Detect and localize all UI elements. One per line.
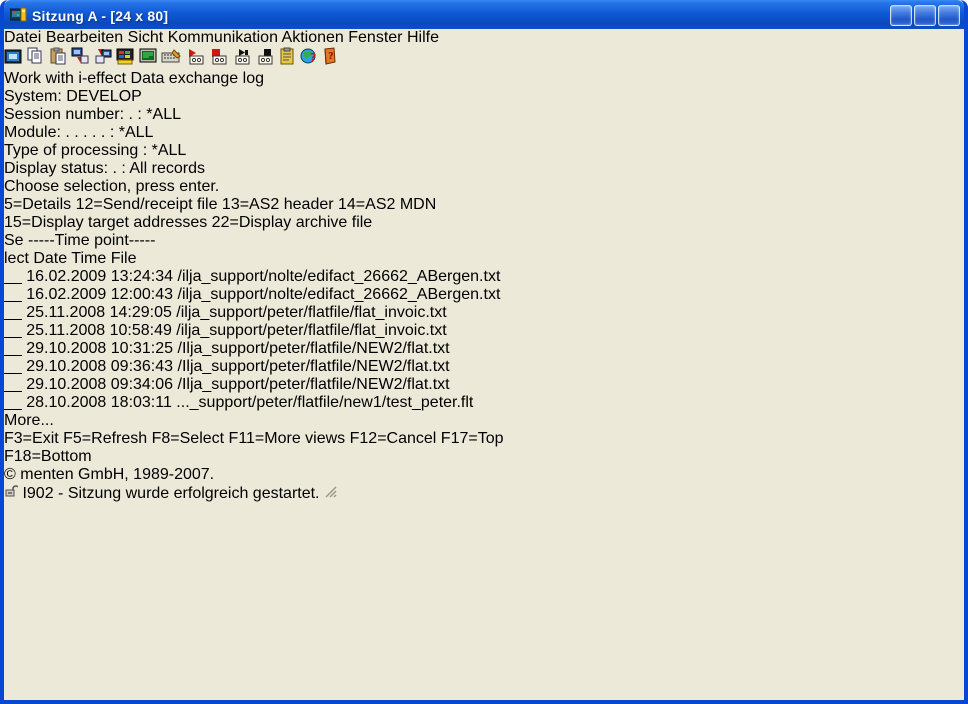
receive-file-icon	[94, 47, 112, 65]
emulator-window: Sitzung A - [24 x 80] Datei Bearbeiten S…	[0, 0, 968, 704]
connection-status-icon	[4, 484, 18, 498]
resize-grip-icon	[324, 485, 337, 498]
terminal-log-row[interactable]: __ 28.10.2008 18:03:11 ..._support/peter…	[4, 394, 964, 412]
minimize-button[interactable]	[890, 5, 912, 26]
session-window-button[interactable]	[4, 52, 26, 69]
clipboard-notes-button[interactable]	[279, 52, 299, 69]
window-title: Sitzung A - [24 x 80]	[32, 8, 890, 24]
copy-button[interactable]	[26, 52, 48, 69]
stop-macro-button[interactable]	[256, 52, 279, 69]
menu-aktionen[interactable]: Aktionen	[282, 29, 344, 46]
status-message: I902 - Sitzung wurde erfolgreich gestart…	[22, 485, 319, 502]
stop-macro-icon	[256, 48, 275, 65]
menu-fenster[interactable]: Fenster	[348, 29, 402, 46]
display-setup-icon	[139, 48, 157, 65]
terminal-log-row[interactable]: __ 25.11.2008 10:58:49 /ilja_support/pet…	[4, 322, 964, 340]
menu-bearbeiten[interactable]: Bearbeiten	[46, 29, 123, 46]
menu-hilfe[interactable]: Hilfe	[407, 29, 439, 46]
keyboard-setup-button[interactable]	[161, 52, 185, 69]
terminal-row-options-1: 5=Details 12=Send/receipt file 13=AS2 he…	[4, 196, 964, 214]
terminal-row-module: Module: . . . . . : *ALL	[4, 124, 964, 142]
web-help-button[interactable]: ?	[300, 52, 322, 69]
status-bar: I902 - Sitzung wurde erfolgreich gestart…	[4, 484, 964, 503]
terminal-row-type: Type of processing : *ALL	[4, 142, 964, 160]
keyboard-setup-icon	[161, 49, 181, 65]
terminal-row-instruction: Choose selection, press enter.	[4, 178, 964, 196]
maximize-button[interactable]	[914, 5, 936, 26]
terminal-row-options-2: 15=Display target addresses 22=Display a…	[4, 214, 964, 232]
terminal-log-row[interactable]: __ 29.10.2008 09:36:43 /Ilja_support/pet…	[4, 358, 964, 376]
status-icon-panel	[4, 485, 22, 502]
web-help-icon: ?	[300, 47, 318, 65]
menu-datei[interactable]: Datei	[4, 29, 41, 46]
color-setup-icon	[116, 48, 134, 65]
close-button[interactable]	[938, 5, 960, 26]
color-setup-button[interactable]	[116, 52, 138, 69]
terminal-log-row[interactable]: __ 25.11.2008 14:29:05 /ilja_support/pet…	[4, 304, 964, 322]
stop-record-icon	[209, 48, 228, 65]
receive-file-button[interactable]	[94, 52, 116, 69]
terminal-row-copyright: © menten GmbH, 1989-2007.	[4, 466, 964, 484]
terminal-row-status: Display status: . : All records	[4, 160, 964, 178]
svg-text:?: ?	[310, 51, 316, 64]
help-book-icon: ?	[322, 47, 338, 65]
paste-icon	[49, 47, 67, 65]
help-book-button[interactable]: ?	[322, 52, 338, 69]
toolbar: ? ?	[4, 47, 964, 70]
terminal-log-row[interactable]: __ 16.02.2009 13:24:34 /ilja_support/nol…	[4, 268, 964, 286]
terminal-screen[interactable]: Work with i-effect Data exchange log Sys…	[4, 70, 964, 484]
application-icon	[10, 6, 28, 24]
terminal-row-fkeys-1: F3=Exit F5=Refresh F8=Select F11=More vi…	[4, 430, 964, 448]
svg-text:?: ?	[328, 51, 334, 62]
terminal-row-header-2: lect Date Time File	[4, 250, 964, 268]
resize-grip[interactable]	[324, 485, 337, 502]
session-window-icon	[4, 49, 22, 65]
paste-button[interactable]	[49, 52, 71, 69]
menu-kommunikation[interactable]: Kommunikation	[168, 29, 278, 46]
terminal-row-system: System: DEVELOP	[4, 88, 964, 106]
record-macro-icon	[186, 48, 205, 65]
stop-record-button[interactable]	[209, 52, 232, 69]
terminal-row-header-1: Se -----Time point-----	[4, 232, 964, 250]
title-bar[interactable]: Sitzung A - [24 x 80]	[4, 0, 964, 29]
terminal-row-fkeys-2: F18=Bottom	[4, 448, 964, 466]
send-file-button[interactable]	[71, 52, 93, 69]
menu-bar: Datei Bearbeiten Sicht Kommunikation Akt…	[4, 29, 964, 47]
terminal-row-title: Work with i-effect Data exchange log	[4, 70, 964, 88]
terminal-log-row[interactable]: __ 16.02.2009 12:00:43 /ilja_support/nol…	[4, 286, 964, 304]
display-setup-button[interactable]	[139, 52, 161, 69]
clipboard-notes-icon	[279, 47, 295, 65]
send-file-icon	[71, 47, 89, 65]
play-macro-button[interactable]	[233, 52, 256, 69]
record-macro-button[interactable]	[186, 52, 209, 69]
menu-sicht[interactable]: Sicht	[128, 29, 164, 46]
terminal-row-session: Session number: . : *ALL	[4, 106, 964, 124]
terminal-row-more: More...	[4, 412, 964, 430]
terminal-log-row[interactable]: __ 29.10.2008 10:31:25 /Ilja_support/pet…	[4, 340, 964, 358]
copy-icon	[26, 47, 44, 65]
terminal-log-row[interactable]: __ 29.10.2008 09:34:06 /Ilja_support/pet…	[4, 376, 964, 394]
play-macro-icon	[233, 48, 252, 65]
